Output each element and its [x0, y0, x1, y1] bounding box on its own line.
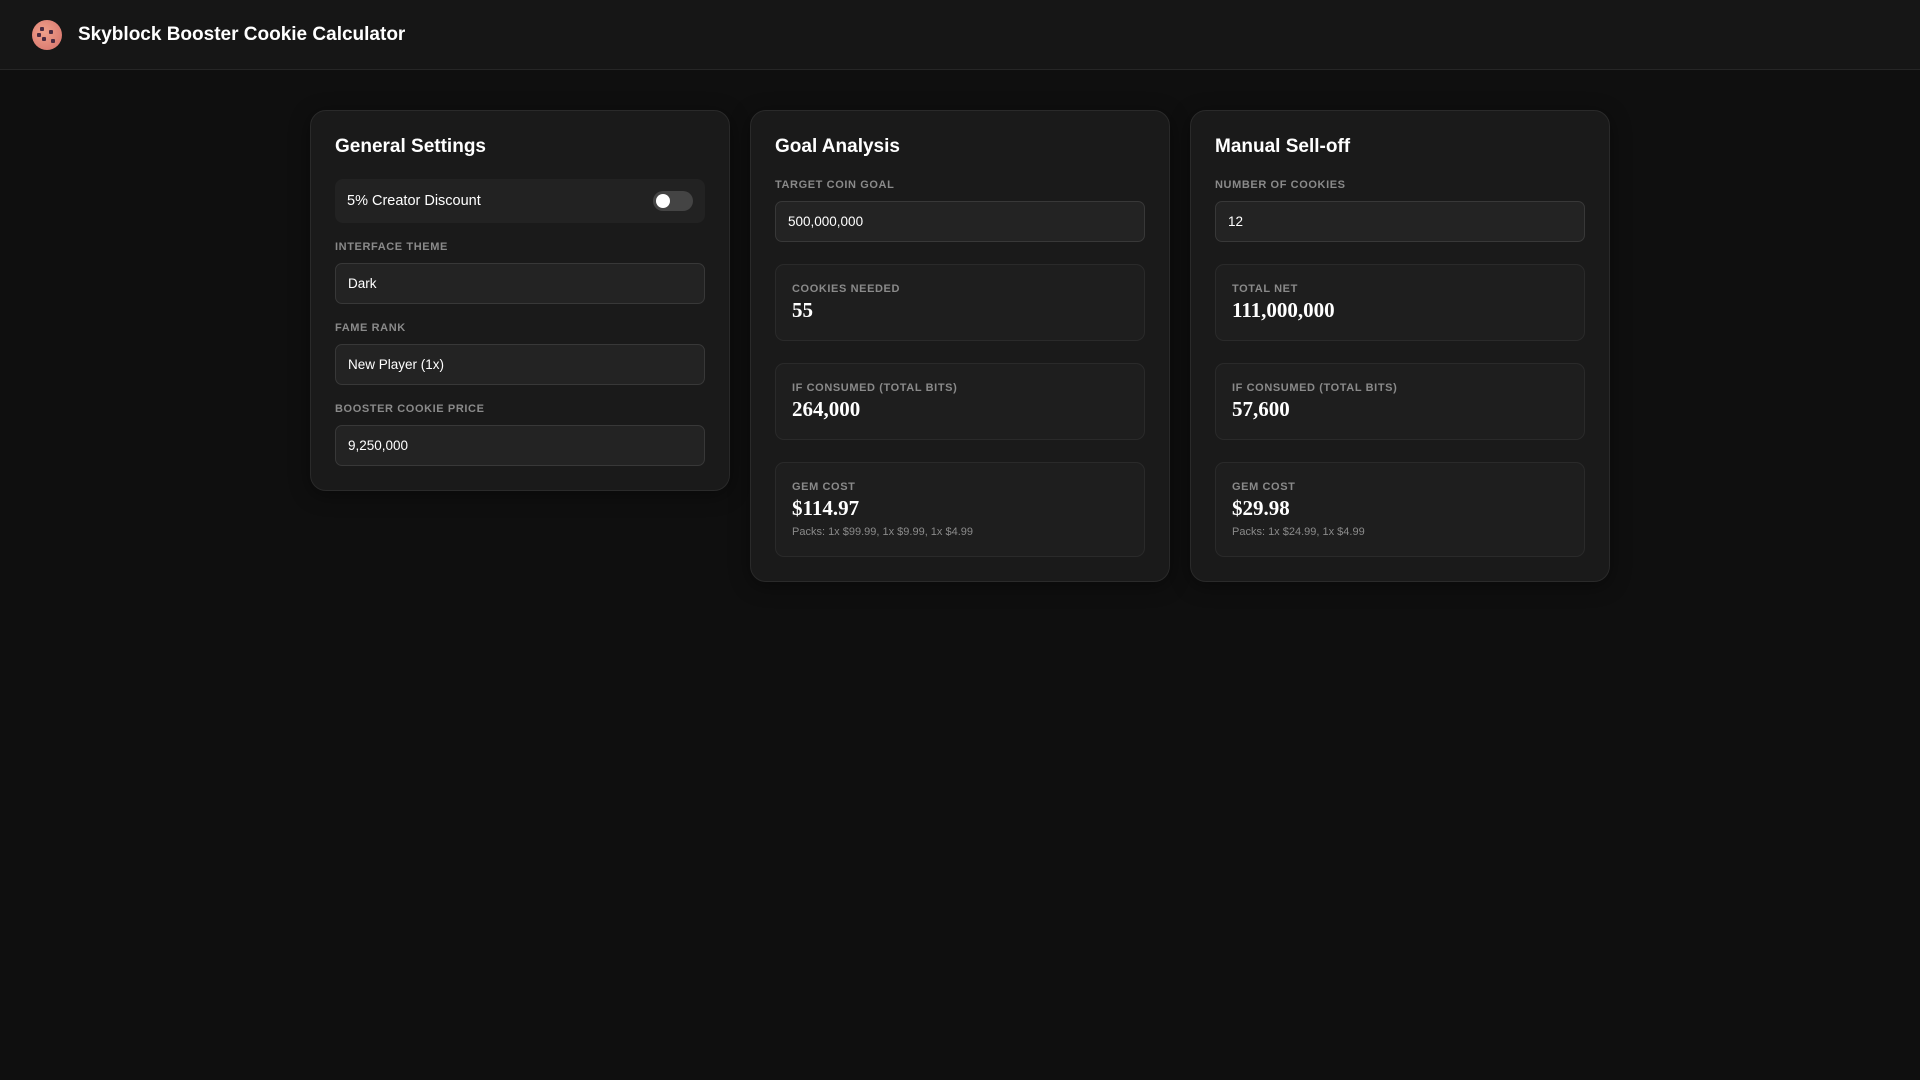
fame-rank-select[interactable]: New Player (1x)	[335, 344, 705, 385]
packs-text: Packs: 1x $99.99, 1x $9.99, 1x $4.99	[792, 526, 974, 538]
cookies-needed-stat: COOKIES NEEDED 55	[775, 264, 1145, 341]
total-net-stat: TOTAL NET 111,000,000	[1215, 264, 1585, 341]
total-bits-stat: IF CONSUMED (TOTAL BITS) 264,000	[775, 363, 1145, 440]
target-goal-label: TARGET COIN GOAL	[775, 179, 895, 191]
stat-value: 111,000,000	[1232, 298, 1335, 322]
app-header: Skyblock Booster Cookie Calculator	[0, 0, 1920, 70]
gem-cost-stat: GEM COST $29.98 Packs: 1x $24.99, 1x $4.…	[1215, 462, 1585, 557]
cookie-price-label: BOOSTER COOKIE PRICE	[335, 403, 485, 415]
creator-discount-label: 5% Creator Discount	[347, 193, 481, 209]
fame-rank-label: FAME RANK	[335, 322, 406, 334]
stat-value: $114.97	[792, 496, 860, 520]
card-title: Goal Analysis	[775, 136, 900, 157]
cookie-count-label: NUMBER OF COOKIES	[1215, 179, 1346, 191]
stat-value: 264,000	[792, 397, 861, 421]
card-title: Manual Sell-off	[1215, 136, 1351, 157]
general-settings-card: General Settings 5% Creator Discount INT…	[310, 110, 730, 491]
gem-cost-stat: GEM COST $114.97 Packs: 1x $99.99, 1x $9…	[775, 462, 1145, 557]
manual-selloff-card: Manual Sell-off NUMBER OF COOKIES 12 TOT…	[1190, 110, 1610, 582]
stat-label: TOTAL NET	[1232, 283, 1298, 295]
target-goal-input[interactable]: 500,000,000	[775, 201, 1145, 242]
stat-label: COOKIES NEEDED	[792, 283, 901, 295]
theme-select[interactable]: Dark	[335, 263, 705, 304]
theme-label: INTERFACE THEME	[335, 241, 448, 253]
goal-analysis-card: Goal Analysis TARGET COIN GOAL 500,000,0…	[750, 110, 1170, 582]
stat-value: 57,600	[1232, 397, 1290, 421]
stat-label: IF CONSUMED (TOTAL BITS)	[1232, 382, 1398, 394]
card-title: General Settings	[335, 136, 486, 157]
stat-value: $29.98	[1232, 496, 1290, 520]
packs-text: Packs: 1x $24.99, 1x $4.99	[1232, 526, 1365, 538]
stat-label: IF CONSUMED (TOTAL BITS)	[792, 382, 958, 394]
stat-label: GEM COST	[1232, 481, 1296, 493]
stat-label: GEM COST	[792, 481, 856, 493]
app-title: Skyblock Booster Cookie Calculator	[78, 23, 406, 45]
total-bits-stat: IF CONSUMED (TOTAL BITS) 57,600	[1215, 363, 1585, 440]
creator-discount-toggle[interactable]	[653, 191, 693, 211]
cookie-count-input[interactable]: 12	[1215, 201, 1585, 242]
creator-discount-row: 5% Creator Discount	[335, 179, 705, 223]
stat-value: 55	[792, 298, 813, 322]
cookie-icon	[32, 19, 62, 50]
cookie-price-input[interactable]: 9,250,000	[335, 425, 705, 466]
